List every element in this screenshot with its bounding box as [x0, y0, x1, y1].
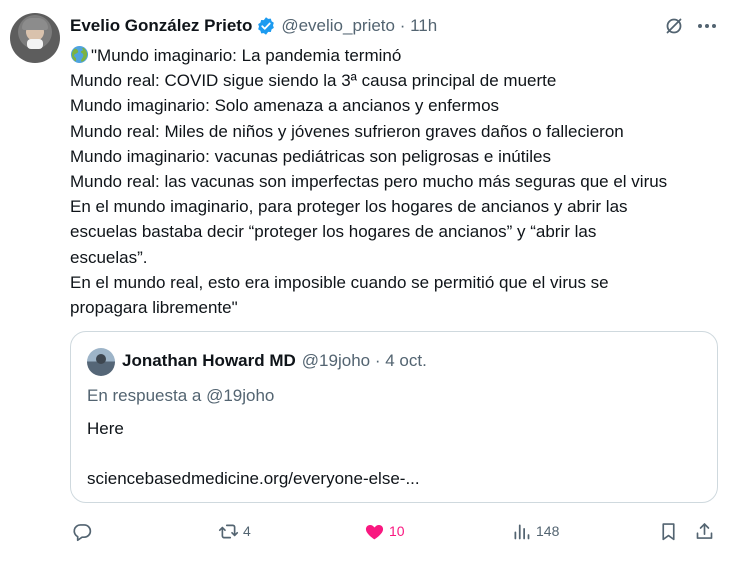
quoted-author-avatar[interactable]: [87, 348, 115, 376]
quoted-author-handle-and-time[interactable]: @19joho · 4 oct.: [302, 351, 427, 371]
quoted-tweet-card[interactable]: Jonathan Howard MD @19joho · 4 oct. En r…: [70, 331, 718, 503]
heart-filled-icon: [365, 524, 384, 539]
tweet-line: escuelas”.: [70, 247, 148, 267]
verified-badge-icon[interactable]: [256, 16, 276, 36]
tweet-line: Mundo real: Miles de niños y jóvenes suf…: [70, 121, 624, 141]
tweet-line: propagara libremente": [70, 298, 238, 318]
bookmark-button[interactable]: [658, 518, 679, 544]
reply-context: En respuesta a @19joho: [87, 386, 275, 405]
tweet-line: En el mundo imaginario, para proteger lo…: [70, 197, 628, 217]
bookmark-icon: [662, 522, 675, 540]
retweet-button[interactable]: 4: [218, 518, 251, 544]
reply-icon: [73, 523, 92, 541]
tweet-line: escuelas bastaba decir “proteger los hog…: [70, 222, 597, 242]
views-count: 148: [536, 523, 560, 539]
like-button[interactable]: 10: [364, 518, 405, 544]
avatar-mask: [27, 39, 43, 49]
author-handle-and-time[interactable]: @evelio_prieto · 11h: [281, 16, 437, 36]
quoted-author-name[interactable]: Jonathan Howard MD: [122, 351, 296, 371]
quoted-tweet-text: Here sciencebasedmedicine.org/everyone-e…: [87, 419, 420, 488]
tweet-line-text: "Mundo imaginario: La pandemia terminó: [91, 46, 402, 65]
grok-icon[interactable]: [664, 16, 684, 36]
tweet-line: Mundo real: las vacunas son imperfectas …: [70, 172, 668, 192]
reply-button[interactable]: [72, 518, 97, 544]
share-button[interactable]: [694, 518, 715, 544]
views-chart-icon: [514, 524, 530, 539]
author-name[interactable]: Evelio González Prieto: [70, 16, 252, 36]
author-avatar[interactable]: [10, 13, 60, 63]
tweet-line: Mundo imaginario: vacunas pediátricas so…: [70, 146, 551, 166]
retweet-icon: [218, 524, 239, 538]
globe-americas-icon: [70, 45, 89, 64]
avatar-cap: [22, 18, 48, 30]
tweet-header: Evelio González Prieto @evelio_prieto · …: [70, 14, 437, 38]
views-button[interactable]: 148: [511, 518, 559, 544]
tweet-line: "Mundo imaginario: La pandemia terminó: [70, 43, 725, 68]
share-icon: [696, 522, 713, 539]
more-options-icon[interactable]: [696, 18, 718, 34]
tweet-line: En el mundo real, esto era imposible cua…: [70, 272, 609, 292]
tweet-line: Mundo real: COVID sigue siendo la 3ª cau…: [70, 71, 557, 91]
quoted-tweet-header: Jonathan Howard MD @19joho · 4 oct.: [122, 351, 427, 371]
like-count: 10: [389, 523, 405, 539]
retweet-count: 4: [243, 523, 251, 539]
tweet-action-bar: 4 10 148: [72, 518, 720, 544]
tweet-line: Mundo imaginario: Solo amenaza a anciano…: [70, 96, 500, 116]
tweet-text: "Mundo imaginario: La pandemia terminó M…: [70, 43, 725, 320]
avatar-silhouette: [96, 354, 106, 364]
